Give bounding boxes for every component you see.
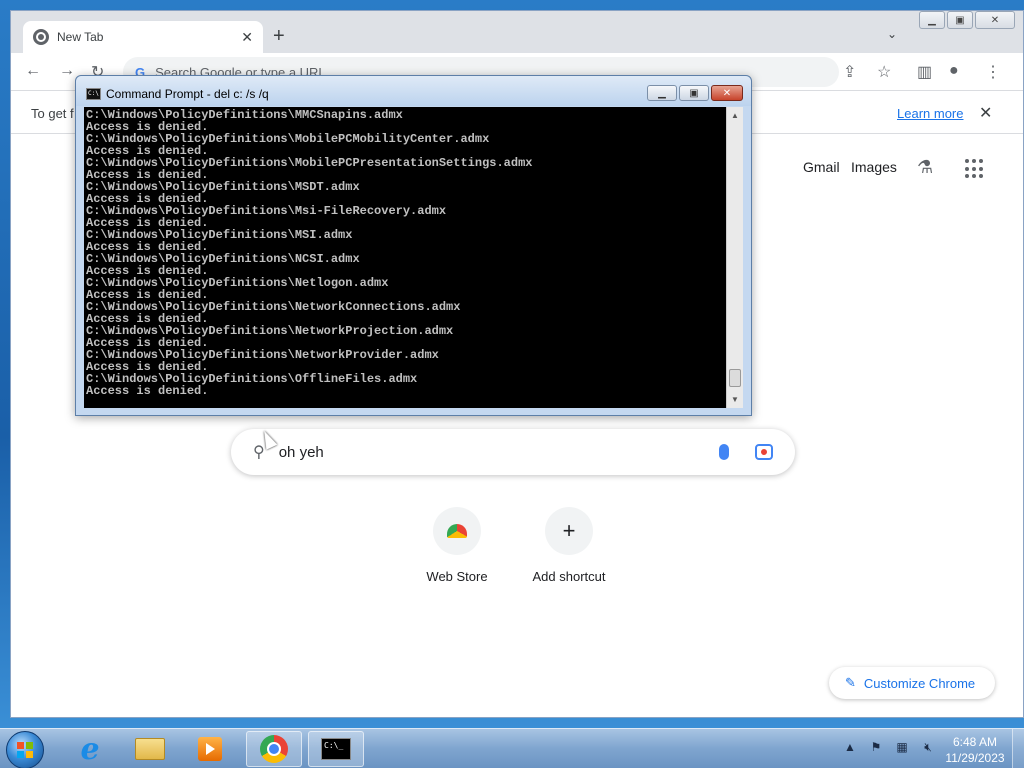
- forward-icon[interactable]: →: [59, 62, 75, 80]
- bookmark-star-icon[interactable]: ☆: [877, 62, 891, 82]
- scroll-up-arrow-icon[interactable]: ▲: [727, 107, 743, 124]
- taskbar-file-explorer[interactable]: [122, 731, 178, 767]
- shortcut-label: Web Store: [426, 569, 488, 584]
- scroll-down-arrow-icon[interactable]: ▼: [727, 391, 743, 408]
- back-icon[interactable]: ←: [25, 62, 41, 80]
- tab-search-chevron-icon[interactable]: ⌄: [887, 27, 897, 41]
- customize-chrome-button[interactable]: ✎ Customize Chrome: [829, 667, 995, 699]
- scroll-thumb[interactable]: [729, 369, 741, 387]
- cmd-console-output[interactable]: C:\Windows\PolicyDefinitions\MMCSnapins.…: [84, 107, 726, 408]
- pencil-icon: ✎: [845, 675, 856, 690]
- customize-chrome-label: Customize Chrome: [863, 675, 976, 691]
- chrome-tab-strip: New Tab ✕ + ⌄ ▁ ▣ ✕: [11, 11, 1023, 53]
- shortcut-label: Add shortcut: [532, 569, 606, 584]
- minimize-button[interactable]: ▁: [919, 11, 945, 29]
- cmd-minimize-button[interactable]: ▁: [647, 85, 677, 101]
- cmd-close-button[interactable]: ✕: [711, 85, 743, 101]
- system-tray: ▲ ⚑ ▦ 🔇︎: [842, 739, 936, 755]
- search-icon: ⚲: [253, 444, 265, 461]
- action-center-flag-icon[interactable]: ⚑: [868, 739, 884, 755]
- share-icon[interactable]: ⇪: [843, 62, 856, 82]
- taskbar-command-prompt[interactable]: C:\_: [308, 731, 364, 767]
- infobar-text: To get f: [31, 106, 74, 121]
- show-desktop-button[interactable]: [1012, 729, 1024, 768]
- taskbar-chrome[interactable]: [246, 731, 302, 767]
- command-prompt-window: C:\ Command Prompt - del c: /s /q ▁ ▣ ✕ …: [75, 75, 752, 416]
- close-button[interactable]: ✕: [975, 11, 1015, 29]
- tab-title: New Tab: [57, 30, 104, 44]
- search-input[interactable]: oh yeh: [279, 444, 719, 461]
- cmd-window-controls: ▁ ▣ ✕: [647, 85, 743, 101]
- new-tab-button[interactable]: +: [273, 25, 285, 48]
- shortcut-add[interactable]: + Add shortcut: [519, 507, 619, 584]
- labs-flask-icon[interactable]: ⚗: [917, 157, 933, 178]
- learn-more-link[interactable]: Learn more: [897, 106, 963, 121]
- cmd-titlebar[interactable]: C:\ Command Prompt - del c: /s /q ▁ ▣ ✕: [76, 76, 751, 106]
- cmd-scrollbar[interactable]: ▲ ▼: [726, 107, 743, 408]
- clock-time: 6:48 AM: [952, 735, 998, 749]
- shortcut-web-store[interactable]: Web Store: [407, 507, 507, 584]
- maximize-button[interactable]: ▣: [947, 11, 973, 29]
- profile-avatar-icon[interactable]: ●: [949, 62, 959, 80]
- network-icon[interactable]: ▦: [894, 739, 910, 755]
- chrome-window-controls: ▁ ▣ ✕: [919, 11, 1015, 29]
- tab-new-tab[interactable]: New Tab ✕: [23, 21, 263, 53]
- images-link[interactable]: Images: [851, 159, 897, 175]
- clock-date: 11/29/2023: [945, 751, 1005, 765]
- windows-flag-icon: [17, 742, 33, 758]
- google-apps-icon[interactable]: [965, 159, 985, 179]
- taskbar-media-player[interactable]: [182, 731, 238, 767]
- cmd-title: Command Prompt - del c: /s /q: [106, 87, 269, 101]
- add-shortcut-plus-icon: +: [545, 507, 593, 555]
- gmail-link[interactable]: Gmail: [803, 159, 840, 175]
- volume-muted-icon[interactable]: 🔇︎: [920, 739, 936, 755]
- taskbar: e C:\_ ▲ ⚑ ▦ 🔇︎ 6:48 AM 11/29/2023: [0, 728, 1024, 768]
- search-box[interactable]: ⚲ oh yeh: [231, 429, 795, 475]
- google-lens-icon[interactable]: [755, 444, 773, 460]
- clock[interactable]: 6:48 AM 11/29/2023: [940, 734, 1010, 766]
- cmd-maximize-button[interactable]: ▣: [679, 85, 709, 101]
- chrome-favicon-icon: [33, 29, 49, 45]
- chrome-icon: [260, 735, 288, 763]
- internet-explorer-icon: e: [80, 731, 100, 767]
- media-player-icon: [198, 737, 222, 761]
- menu-kebab-icon[interactable]: ⋮: [985, 62, 1001, 82]
- tab-close-icon[interactable]: ✕: [241, 29, 253, 46]
- command-prompt-icon: C:\_: [321, 738, 351, 760]
- taskbar-internet-explorer[interactable]: e: [62, 731, 118, 767]
- show-hidden-icons-icon[interactable]: ▲: [842, 739, 858, 755]
- start-button[interactable]: [6, 731, 44, 768]
- cmd-app-icon: C:\: [86, 88, 101, 100]
- microphone-icon[interactable]: [719, 444, 729, 460]
- folder-icon: [135, 738, 165, 760]
- cmd-output-line: Access is denied.: [86, 384, 209, 398]
- web-store-icon: [433, 507, 481, 555]
- infobar-close-icon[interactable]: ✕: [979, 103, 992, 123]
- side-panel-icon[interactable]: ▥: [917, 62, 932, 82]
